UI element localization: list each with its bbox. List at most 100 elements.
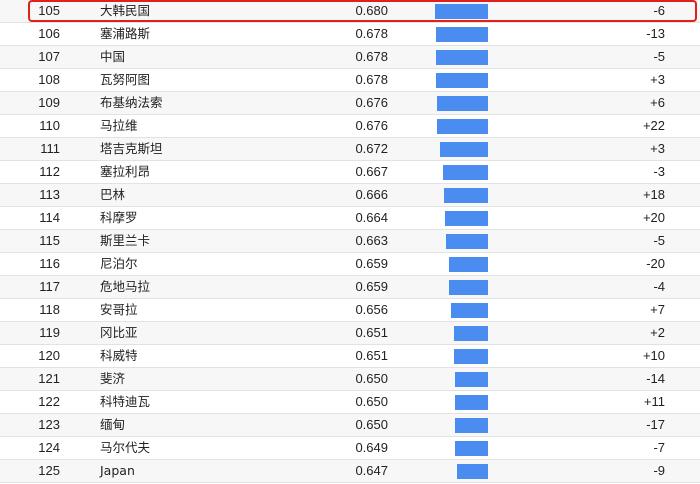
table-row: 125 Japan 0.647 -9 bbox=[0, 460, 700, 483]
table-row: 118 安哥拉 0.656 +7 bbox=[0, 299, 700, 322]
score-cell: 0.651 bbox=[355, 325, 388, 340]
bar-cell bbox=[428, 345, 508, 367]
rank-change-cell: +22 bbox=[642, 118, 665, 133]
country-cell[interactable]: 塞浦路斯 bbox=[100, 23, 320, 45]
ranking-table: 105 大韩民国 0.680 -6 106 塞浦路斯 0.678 -13 107 中国 0.678 -… bbox=[0, 0, 700, 484]
rank-cell: 123 bbox=[38, 417, 60, 432]
score-cell: 0.651 bbox=[355, 348, 388, 363]
score-bar bbox=[454, 326, 488, 341]
country-cell[interactable]: 马尔代夫 bbox=[100, 437, 320, 459]
rank-change-cell: -5 bbox=[653, 49, 665, 64]
rank-cell: 115 bbox=[39, 233, 60, 248]
rank-cell: 110 bbox=[39, 118, 60, 133]
country-cell[interactable]: 科特迪瓦 bbox=[100, 391, 320, 413]
table-row: 112 塞拉利昂 0.667 -3 bbox=[0, 161, 700, 184]
rank-change-cell: -4 bbox=[653, 279, 665, 294]
score-cell: 0.678 bbox=[355, 26, 388, 41]
score-cell: 0.676 bbox=[355, 118, 388, 133]
score-bar bbox=[443, 165, 488, 180]
rank-cell: 117 bbox=[39, 279, 60, 294]
bar-cell bbox=[428, 368, 508, 390]
score-cell: 0.656 bbox=[355, 302, 388, 317]
bar-cell bbox=[428, 115, 508, 137]
score-cell: 0.680 bbox=[355, 3, 388, 18]
table-row: 113 巴林 0.666 +18 bbox=[0, 184, 700, 207]
score-bar bbox=[437, 96, 488, 111]
score-bar bbox=[455, 441, 488, 456]
rank-change-cell: +11 bbox=[643, 394, 665, 409]
table-row: 108 瓦努阿图 0.678 +3 bbox=[0, 69, 700, 92]
country-cell[interactable]: 大韩民国 bbox=[100, 0, 320, 22]
rank-cell: 125 bbox=[38, 463, 60, 478]
country-cell[interactable]: 危地马拉 bbox=[100, 276, 320, 298]
score-cell: 0.647 bbox=[355, 463, 388, 478]
table-row: 115 斯里兰卡 0.663 -5 bbox=[0, 230, 700, 253]
rank-change-cell: -3 bbox=[653, 164, 665, 179]
table-row: 122 科特迪瓦 0.650 +11 bbox=[0, 391, 700, 414]
score-bar bbox=[445, 211, 488, 226]
score-cell: 0.666 bbox=[355, 187, 388, 202]
score-cell: 0.664 bbox=[355, 210, 388, 225]
country-cell[interactable]: 安哥拉 bbox=[100, 299, 320, 321]
country-cell[interactable]: 科威特 bbox=[100, 345, 320, 367]
country-cell[interactable]: 尼泊尔 bbox=[100, 253, 320, 275]
score-cell: 0.659 bbox=[355, 256, 388, 271]
country-cell[interactable]: 科摩罗 bbox=[100, 207, 320, 229]
rank-cell: 108 bbox=[38, 72, 60, 87]
bar-cell bbox=[428, 207, 508, 229]
score-cell: 0.650 bbox=[355, 371, 388, 386]
rank-cell: 109 bbox=[38, 95, 60, 110]
country-cell[interactable]: 中国 bbox=[100, 46, 320, 68]
table-row: 123 缅甸 0.650 -17 bbox=[0, 414, 700, 437]
rank-cell: 105 bbox=[38, 3, 60, 18]
country-cell[interactable]: 马拉维 bbox=[100, 115, 320, 137]
score-bar bbox=[451, 303, 488, 318]
bar-cell bbox=[428, 161, 508, 183]
score-cell: 0.659 bbox=[355, 279, 388, 294]
score-cell: 0.678 bbox=[355, 72, 388, 87]
rank-change-cell: -20 bbox=[646, 256, 665, 271]
bar-cell bbox=[428, 276, 508, 298]
table-row: 117 危地马拉 0.659 -4 bbox=[0, 276, 700, 299]
table-row: 121 斐济 0.650 -14 bbox=[0, 368, 700, 391]
table-row: 110 马拉维 0.676 +22 bbox=[0, 115, 700, 138]
rank-change-cell: -6 bbox=[653, 3, 665, 18]
score-cell: 0.649 bbox=[355, 440, 388, 455]
rank-cell: 112 bbox=[39, 164, 60, 179]
bar-cell bbox=[428, 253, 508, 275]
rank-change-cell: +6 bbox=[650, 95, 665, 110]
country-cell[interactable]: 塞拉利昂 bbox=[100, 161, 320, 183]
rank-change-cell: +20 bbox=[642, 210, 665, 225]
rank-cell: 106 bbox=[38, 26, 60, 41]
country-cell[interactable]: 布基纳法索 bbox=[100, 92, 320, 114]
rank-cell: 114 bbox=[39, 210, 60, 225]
bar-cell bbox=[428, 230, 508, 252]
bar-cell bbox=[428, 322, 508, 344]
table-row: 119 冈比亚 0.651 +2 bbox=[0, 322, 700, 345]
country-cell[interactable]: 冈比亚 bbox=[100, 322, 320, 344]
country-cell[interactable]: Japan bbox=[100, 460, 320, 482]
country-cell[interactable]: 巴林 bbox=[100, 184, 320, 206]
country-cell[interactable]: 斯里兰卡 bbox=[100, 230, 320, 252]
score-bar bbox=[437, 119, 488, 134]
table-row: 116 尼泊尔 0.659 -20 bbox=[0, 253, 700, 276]
rank-change-cell: +10 bbox=[642, 348, 665, 363]
table-row: 107 中国 0.678 -5 bbox=[0, 46, 700, 69]
rank-change-cell: +3 bbox=[650, 72, 665, 87]
score-bar bbox=[449, 280, 488, 295]
score-bar bbox=[455, 372, 488, 387]
table-row: 124 马尔代夫 0.649 -7 bbox=[0, 437, 700, 460]
country-cell[interactable]: 缅甸 bbox=[100, 414, 320, 436]
score-bar bbox=[449, 257, 488, 272]
score-cell: 0.650 bbox=[355, 417, 388, 432]
country-cell[interactable]: 斐济 bbox=[100, 368, 320, 390]
rank-change-cell: -9 bbox=[653, 463, 665, 478]
table-row: 120 科威特 0.651 +10 bbox=[0, 345, 700, 368]
bar-cell bbox=[428, 391, 508, 413]
score-bar bbox=[455, 418, 488, 433]
bar-cell bbox=[428, 437, 508, 459]
score-bar bbox=[444, 188, 488, 203]
country-cell[interactable]: 瓦努阿图 bbox=[100, 69, 320, 91]
country-cell[interactable]: 塔吉克斯坦 bbox=[100, 138, 320, 160]
rank-cell: 119 bbox=[39, 325, 60, 340]
